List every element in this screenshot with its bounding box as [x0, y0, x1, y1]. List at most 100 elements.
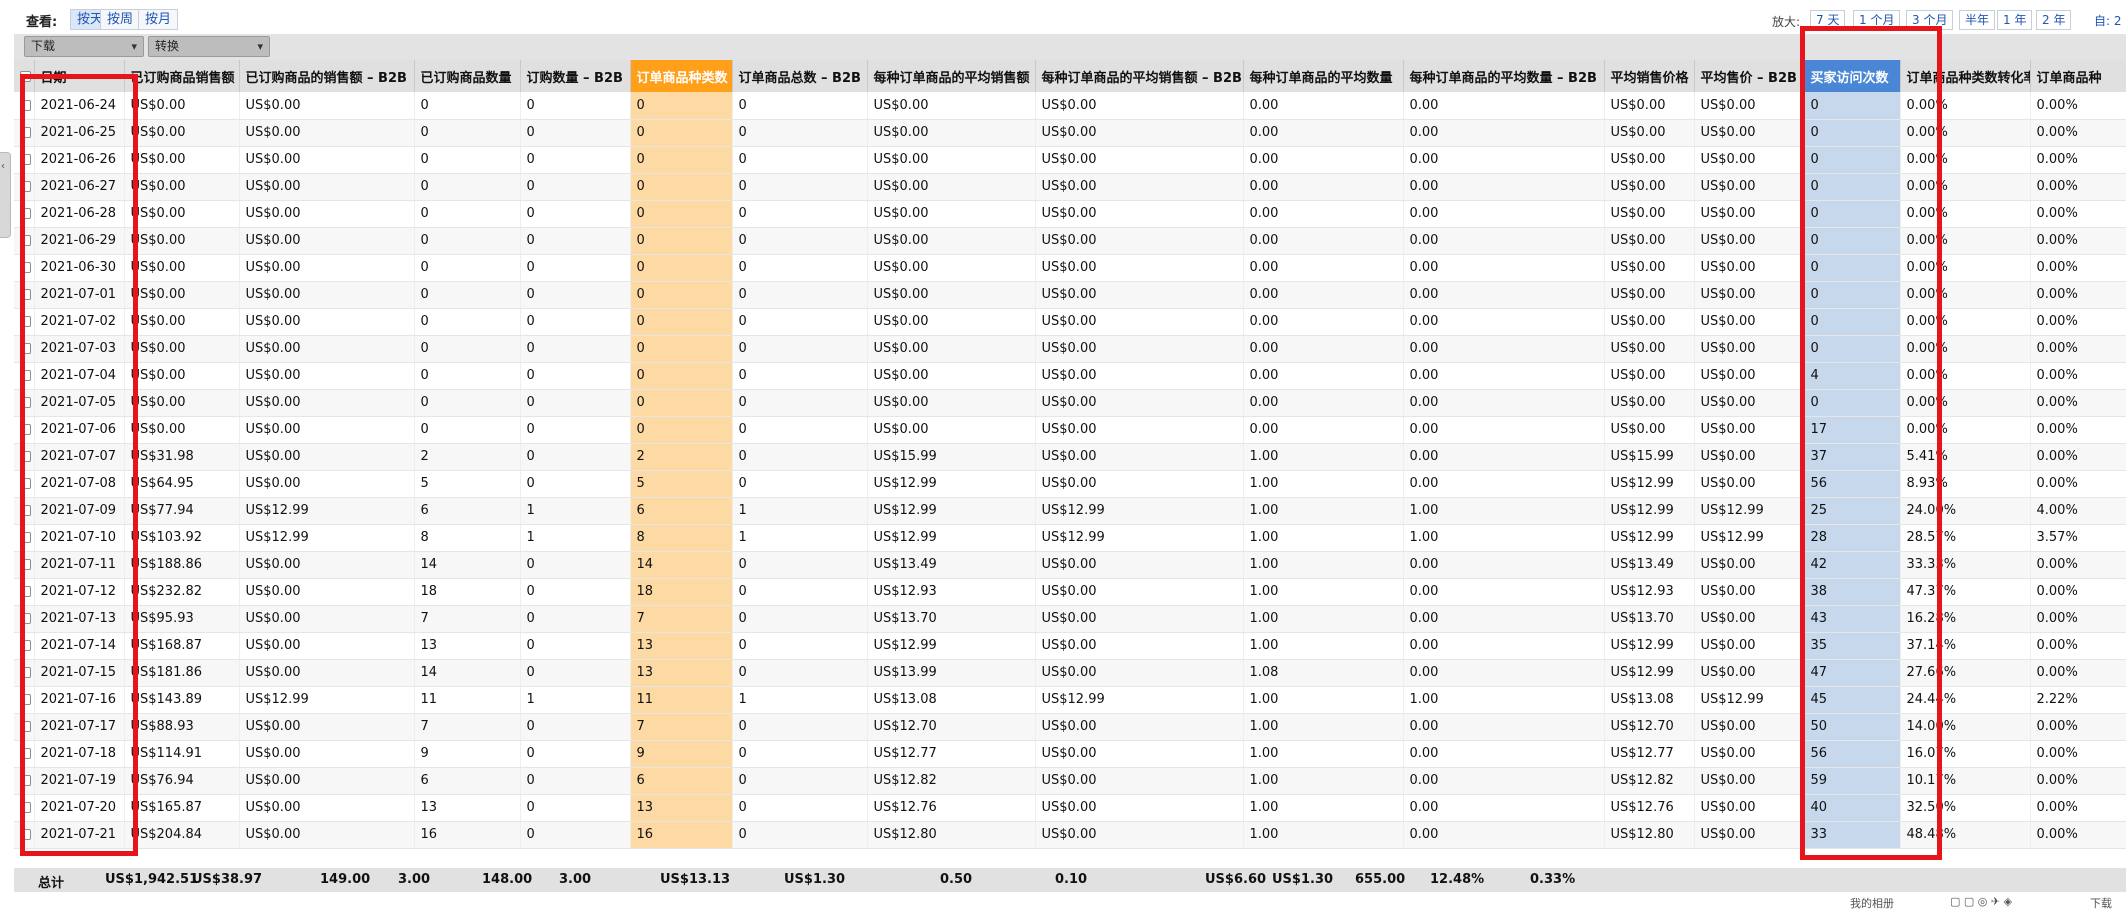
- row-checkbox[interactable]: [20, 532, 31, 543]
- row-checkbox-cell[interactable]: [14, 686, 35, 714]
- row-checkbox-cell[interactable]: [14, 632, 35, 660]
- view-by-week-button[interactable]: 按周: [100, 9, 141, 30]
- sales-report-table-container[interactable]: 日期 已订购商品销售额 已订购商品的销售额 – B2B 已订购商品数量 订购数量 – B…: [14, 60, 2126, 850]
- row-checkbox[interactable]: [20, 181, 31, 192]
- table-cell: US$0.00: [239, 119, 415, 147]
- row-checkbox[interactable]: [20, 99, 31, 111]
- row-checkbox[interactable]: [20, 235, 31, 246]
- table-cell: 0.00: [1403, 578, 1605, 606]
- column-header[interactable]: 每种订单商品的平均销售额 – B2B: [1035, 60, 1244, 92]
- row-checkbox-cell[interactable]: [14, 551, 35, 579]
- column-header[interactable]: 买家访问次数: [1804, 60, 1901, 92]
- row-checkbox-cell[interactable]: [14, 389, 35, 417]
- column-header[interactable]: 日期: [34, 60, 125, 92]
- date-cell: 2021-07-04: [34, 362, 125, 390]
- row-checkbox[interactable]: [20, 127, 31, 138]
- date-cell: 2021-07-11: [34, 551, 125, 579]
- table-cell: 0: [520, 470, 631, 498]
- row-checkbox[interactable]: [20, 397, 31, 408]
- table-cell: 32.50%: [1900, 794, 2031, 822]
- download-select[interactable]: 下载 ▾: [24, 36, 144, 57]
- row-checkbox-cell[interactable]: [14, 200, 35, 228]
- row-checkbox[interactable]: [20, 613, 31, 624]
- zoom-2-years-button[interactable]: 2 年: [2036, 10, 2072, 30]
- row-checkbox[interactable]: [20, 721, 31, 732]
- row-checkbox[interactable]: [20, 505, 31, 516]
- row-checkbox[interactable]: [20, 775, 31, 786]
- row-checkbox-cell[interactable]: [14, 362, 35, 390]
- row-checkbox[interactable]: [20, 829, 31, 840]
- side-panel-toggle[interactable]: ‹: [0, 152, 11, 238]
- table-cell: US$0.00: [1035, 416, 1244, 444]
- row-checkbox-cell[interactable]: [14, 416, 35, 444]
- row-checkbox[interactable]: [20, 640, 31, 651]
- row-checkbox-cell[interactable]: [14, 92, 35, 120]
- row-checkbox-cell[interactable]: [14, 578, 35, 606]
- table-cell: 1.00: [1243, 740, 1404, 768]
- row-checkbox[interactable]: [20, 586, 31, 597]
- row-checkbox-cell[interactable]: [14, 470, 35, 498]
- row-checkbox-cell[interactable]: [14, 767, 35, 795]
- row-checkbox[interactable]: [20, 343, 31, 354]
- row-checkbox[interactable]: [20, 154, 31, 165]
- row-checkbox[interactable]: [20, 559, 31, 570]
- row-checkbox[interactable]: [20, 208, 31, 219]
- zoom-half-year-button[interactable]: 半年: [1959, 10, 1996, 30]
- view-by-month-button[interactable]: 按月: [138, 9, 179, 30]
- row-checkbox-cell[interactable]: [14, 146, 35, 174]
- row-checkbox-cell[interactable]: [14, 254, 35, 282]
- row-checkbox[interactable]: [20, 451, 31, 462]
- convert-select[interactable]: 转换 ▾: [148, 36, 270, 57]
- row-checkbox-cell[interactable]: [14, 308, 35, 336]
- column-header[interactable]: 每种订单商品的平均销售额: [867, 60, 1036, 92]
- zoom-1-year-button[interactable]: 1 年: [1997, 10, 2033, 30]
- row-checkbox-cell[interactable]: [14, 335, 35, 363]
- row-checkbox-cell[interactable]: [14, 659, 35, 687]
- column-header[interactable]: 订单商品种类数: [630, 60, 733, 92]
- table-cell: US$0.00: [1035, 470, 1244, 498]
- select-all-checkbox[interactable]: [20, 70, 31, 82]
- row-checkbox-cell[interactable]: [14, 227, 35, 255]
- row-checkbox[interactable]: [20, 262, 31, 273]
- row-checkbox-cell[interactable]: [14, 713, 35, 741]
- table-cell: 14: [414, 551, 521, 579]
- column-header[interactable]: 已订购商品销售额: [124, 60, 240, 92]
- row-checkbox-cell[interactable]: [14, 443, 35, 471]
- column-header[interactable]: 订单商品总数 – B2B: [732, 60, 868, 92]
- row-checkbox-cell[interactable]: [14, 173, 35, 201]
- row-checkbox[interactable]: [20, 748, 31, 759]
- zoom-3-months-button[interactable]: 3 个月: [1906, 10, 1954, 30]
- column-header[interactable]: 每种订单商品的平均数量 – B2B: [1403, 60, 1605, 92]
- zoom-7-days-button[interactable]: 7 天: [1810, 10, 1846, 30]
- row-checkbox[interactable]: [20, 802, 31, 813]
- table-cell: US$0.00: [239, 200, 415, 228]
- row-checkbox-cell[interactable]: [14, 497, 35, 525]
- table-cell: US$0.00: [1604, 146, 1695, 174]
- row-checkbox-cell[interactable]: [14, 119, 35, 147]
- row-checkbox[interactable]: [20, 289, 31, 300]
- row-checkbox-cell[interactable]: [14, 524, 35, 552]
- row-checkbox-cell[interactable]: [14, 605, 35, 633]
- column-header[interactable]: 订单商品种类数转化率: [1900, 60, 2031, 92]
- row-checkbox[interactable]: [20, 424, 31, 435]
- select-all-checkbox-cell[interactable]: [14, 60, 35, 92]
- row-checkbox[interactable]: [20, 478, 31, 489]
- table-row: 2021-06-24 US$0.00 US$0.00 0 0 0 0 US$0.00 US$0.…: [14, 92, 2126, 120]
- column-header[interactable]: 每种订单商品的平均数量: [1243, 60, 1404, 92]
- row-checkbox[interactable]: [20, 316, 31, 327]
- zoom-1-month-button[interactable]: 1 个月: [1853, 10, 1901, 30]
- row-checkbox-cell[interactable]: [14, 740, 35, 768]
- row-checkbox[interactable]: [20, 667, 31, 678]
- column-header[interactable]: 已订购商品数量: [414, 60, 521, 92]
- column-header[interactable]: 订购数量 – B2B: [520, 60, 631, 92]
- row-checkbox-cell[interactable]: [14, 794, 35, 822]
- column-header[interactable]: 平均销售价格: [1604, 60, 1695, 92]
- row-checkbox-cell[interactable]: [14, 821, 35, 849]
- column-header[interactable]: 平均售价 – B2B: [1694, 60, 1805, 92]
- row-checkbox[interactable]: [20, 370, 31, 381]
- column-header[interactable]: 订单商品种: [2030, 60, 2126, 92]
- row-checkbox-cell[interactable]: [14, 281, 35, 309]
- column-header[interactable]: 已订购商品的销售额 – B2B: [239, 60, 415, 92]
- row-checkbox[interactable]: [20, 694, 31, 705]
- table-cell: 6: [414, 767, 521, 795]
